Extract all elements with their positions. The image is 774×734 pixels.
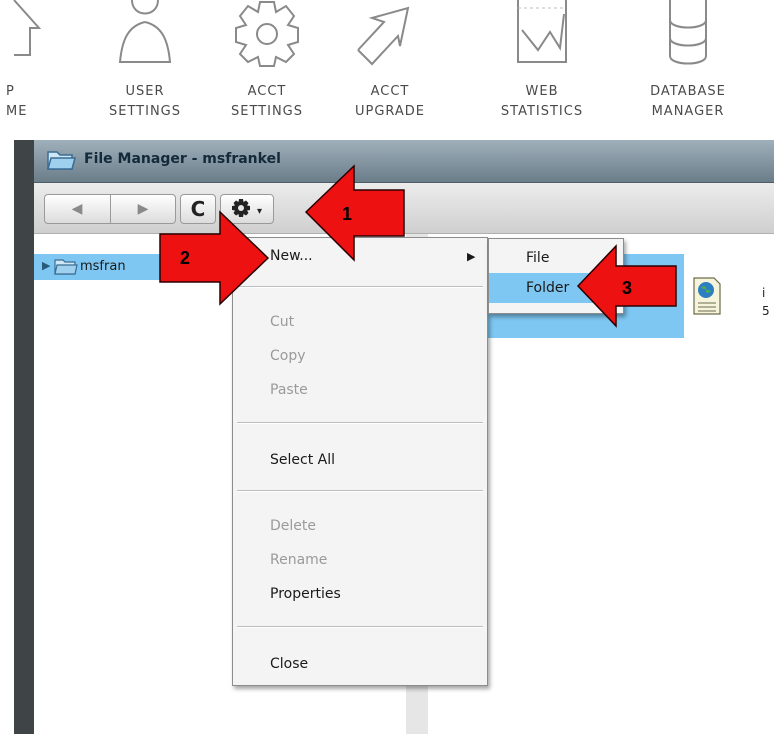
web-statistics-tool[interactable]: WEB STATISTICS (482, 0, 602, 130)
window-title: File Manager - msfrankel (84, 151, 281, 167)
file-name-line1: i (762, 286, 766, 300)
upgrade-arrow-icon (357, 6, 410, 66)
submenu-item-file-label: File (526, 250, 550, 266)
menu-item-copy[interactable]: Copy (270, 348, 306, 364)
back-button[interactable]: ◀ (45, 195, 109, 223)
annotation-arrow-2: 2 (159, 210, 270, 306)
acct-settings-label: ACCT SETTINGS (230, 84, 303, 119)
database-manager-tool[interactable]: DATABASE MANAGER (628, 0, 748, 130)
menu-divider (237, 286, 483, 288)
menu-divider (237, 490, 483, 492)
acct-upgrade-tool[interactable]: ACCT UPGRADE (330, 0, 450, 130)
annotation-number-2: 2 (180, 248, 190, 268)
acct-settings-tool[interactable]: ACCT SETTINGS (207, 0, 327, 130)
menu-item-properties[interactable]: Properties (270, 586, 341, 602)
user-settings-label: USER SETTINGS (108, 84, 181, 119)
database-manager-label: DATABASE MANAGER (650, 84, 726, 119)
navigation-buttons: ◀ ▶ (44, 194, 176, 224)
web-statistics-label: WEB STATISTICS (500, 84, 584, 119)
annotation-number-1: 1 (342, 204, 352, 224)
folder-icon (54, 259, 78, 275)
statistics-chart-icon (517, 0, 567, 63)
actions-dropdown-menu: New... ▶ Cut Copy Paste Select All Delet… (232, 237, 488, 686)
folder-icon (47, 151, 76, 170)
annotation-number-3: 3 (622, 278, 632, 298)
home-tool-label: P ME (6, 84, 28, 119)
submenu-item-folder-label: Folder (526, 280, 570, 296)
menu-item-rename[interactable]: Rename (270, 552, 327, 568)
menu-item-close[interactable]: Close (270, 656, 308, 672)
menu-item-select-all[interactable]: Select All (270, 452, 335, 468)
menu-item-delete[interactable]: Delete (270, 518, 316, 534)
menu-divider (237, 626, 483, 628)
submenu-arrow-icon: ▶ (467, 250, 476, 263)
back-arrow-icon: ◀ (71, 201, 83, 217)
expand-arrow-icon[interactable]: ▶ (42, 259, 50, 272)
database-icon (669, 0, 707, 65)
forward-arrow-icon: ▶ (137, 201, 149, 217)
tree-item-label: msfran (80, 259, 126, 274)
window-left-frame (14, 140, 34, 734)
app-toolbar: P ME USER SETTINGS ACCT SETTINGS ACCT UP… (0, 0, 774, 140)
gear-icon (235, 0, 299, 67)
annotation-arrow-3: 3 (576, 244, 677, 328)
user-icon (118, 0, 172, 63)
web-file-icon[interactable] (692, 276, 722, 316)
menu-item-cut[interactable]: Cut (270, 314, 294, 330)
menu-divider (237, 422, 483, 424)
file-name-truncated: i 5 (762, 284, 770, 320)
menu-item-paste[interactable]: Paste (270, 382, 308, 398)
annotation-arrow-1: 1 (304, 164, 405, 262)
home-icon (13, 0, 42, 56)
user-settings-tool[interactable]: USER SETTINGS (85, 0, 205, 130)
acct-upgrade-label: ACCT UPGRADE (354, 84, 426, 119)
home-tool[interactable]: P ME (0, 0, 84, 130)
file-name-line2: 5 (762, 304, 770, 318)
